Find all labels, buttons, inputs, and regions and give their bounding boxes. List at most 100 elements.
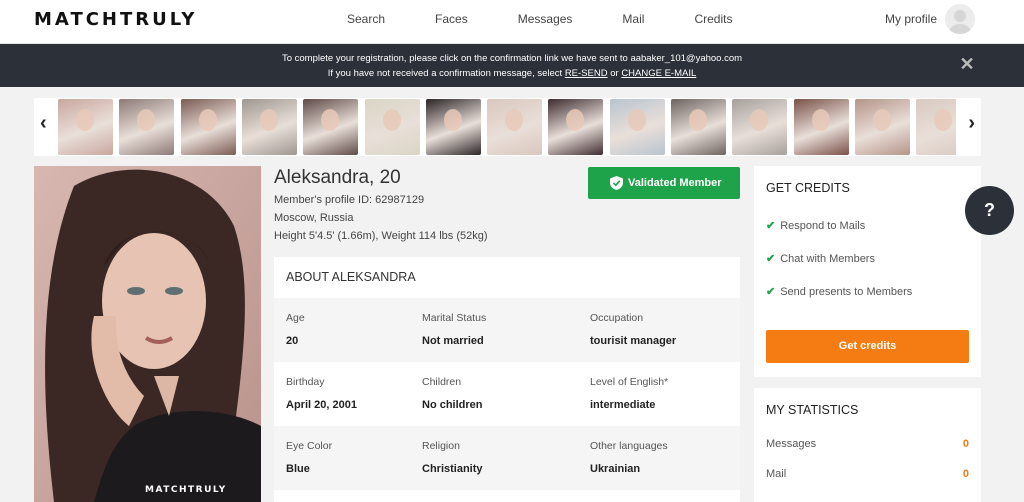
checkmark-icon: ✔ [766, 286, 776, 298]
shield-check-icon [610, 176, 623, 190]
about-section: ABOUT ALEKSANDRA Age 20 Marital Status Not… [274, 257, 740, 502]
about-cell-marital: Marital Status Not married [422, 312, 486, 347]
carousel-thumbnail[interactable] [364, 99, 420, 155]
brand-logo[interactable]: MATCHTRULY [34, 9, 197, 30]
about-key: Other languages [590, 440, 668, 452]
thumbnail-face [872, 109, 891, 131]
carousel-thumbnail[interactable] [854, 99, 910, 155]
thumbnail-face [76, 109, 94, 131]
carousel-thumbnail[interactable] [609, 99, 665, 155]
banner-line-2: If you have not received a confirmation … [0, 66, 1024, 81]
profile-photo[interactable] [34, 166, 261, 502]
carousel-thumbnail[interactable] [793, 99, 849, 155]
stat-row-mail[interactable]: Mail 0 [766, 468, 969, 480]
top-navigation: MATCHTRULY Search Faces Messages Mail Cr… [0, 0, 1024, 44]
confirmation-banner: To complete your registration, please cl… [0, 44, 1024, 87]
nav-messages[interactable]: Messages [518, 12, 573, 26]
credit-feature: ✔ Respond to Mails [766, 219, 865, 232]
user-silhouette-icon [949, 10, 971, 34]
thumbnail-face [811, 109, 830, 131]
about-value: No children [422, 399, 483, 411]
credit-feature-label: Chat with Members [780, 253, 875, 265]
about-value: tourisit manager [590, 335, 677, 347]
banner-line-1: To complete your registration, please cl… [281, 53, 743, 64]
carousel-thumbnail[interactable] [548, 99, 604, 155]
my-statistics-panel: MY STATISTICS Messages 0 Mail 0 [754, 388, 981, 502]
credit-feature-label: Send presents to Members [780, 286, 913, 298]
about-key: Occupation [590, 312, 644, 324]
about-value: Christianity [422, 463, 483, 475]
stat-row-messages[interactable]: Messages 0 [766, 438, 969, 450]
carousel-thumbnail[interactable] [916, 99, 956, 155]
carousel-thumbnail[interactable] [487, 99, 543, 155]
thumbnail-face [566, 109, 585, 131]
credit-feature: ✔ Chat with Members [766, 252, 875, 265]
avatar[interactable] [945, 4, 975, 34]
about-cell-english: Level of English* intermediate [590, 376, 668, 411]
thumbnail-face [321, 109, 340, 131]
main-nav: Search Faces Messages Mail Credits [347, 12, 782, 26]
thumbnail-face [443, 109, 462, 131]
about-key: Birthday [286, 376, 325, 388]
nav-search[interactable]: Search [347, 12, 385, 26]
profile-id: Member's profile ID: 62987129 [274, 194, 425, 206]
profile-carousel: ‹ › [34, 98, 981, 156]
about-row: Age 20 Marital Status Not married Occupati… [274, 298, 740, 362]
validated-member-badge: Validated Member [588, 167, 740, 199]
carousel-thumbnail[interactable] [180, 99, 236, 155]
thumbnail-face [505, 109, 524, 131]
chevron-left-icon[interactable]: ‹ [40, 112, 47, 135]
banner-or: or [607, 68, 622, 79]
nav-faces[interactable]: Faces [435, 12, 468, 26]
nav-credits[interactable]: Credits [694, 12, 732, 26]
close-icon[interactable]: ✕ [958, 55, 976, 73]
about-key: Level of English* [590, 376, 669, 388]
profile-photo-image [34, 166, 261, 502]
stat-count: 0 [962, 438, 969, 450]
carousel-thumbnail[interactable] [303, 99, 359, 155]
about-cell-children: Children No children [422, 376, 483, 411]
about-cell-age: Age 20 [286, 312, 305, 347]
about-value: intermediate [590, 399, 656, 411]
about-key: Children [422, 376, 462, 388]
resend-link[interactable]: RE-SEND [565, 68, 608, 79]
nav-mail[interactable]: Mail [622, 12, 644, 26]
thumbnail-face [259, 109, 278, 131]
checkmark-icon: ✔ [766, 220, 776, 232]
profile-location: Moscow, Russia [274, 212, 354, 224]
profile-physical: Height 5'4.5' (1.66m), Weight 114 lbs (5… [274, 230, 488, 242]
chevron-right-icon[interactable]: › [968, 112, 975, 135]
thumbnail-face [198, 109, 217, 131]
about-key: Religion [422, 440, 460, 452]
my-profile-link[interactable]: My profile [885, 12, 937, 26]
get-credits-title: GET CREDITS [766, 181, 850, 195]
carousel-thumbs [58, 99, 956, 155]
about-key: Marital Status [422, 312, 487, 324]
get-credits-button[interactable]: Get credits [766, 330, 969, 363]
thumbnail-face [137, 109, 156, 131]
carousel-thumbnail[interactable] [671, 99, 726, 155]
carousel-thumbnail[interactable] [58, 99, 113, 155]
about-title: ABOUT ALEKSANDRA [286, 270, 416, 284]
about-row: Eye Color Blue Religion Christianity Other… [274, 426, 740, 490]
profile-name: Aleksandra, 20 [274, 167, 401, 188]
about-grid: Age 20 Marital Status Not married Occupati… [274, 298, 740, 490]
carousel-thumbnail[interactable] [119, 99, 175, 155]
carousel-thumbnail[interactable] [425, 99, 481, 155]
change-email-link[interactable]: CHANGE E-MAIL [621, 68, 696, 79]
thumbnail-face [934, 109, 953, 131]
credit-feature: ✔ Send presents to Members [766, 285, 912, 298]
credit-feature-label: Respond to Mails [780, 220, 866, 232]
about-cell-religion: Religion Christianity [422, 440, 483, 475]
about-key: Eye Color [286, 440, 333, 452]
stat-count: 0 [962, 468, 969, 480]
carousel-thumbnail[interactable] [732, 99, 788, 155]
thumbnail-face [382, 109, 401, 131]
carousel-thumbnail[interactable] [241, 99, 297, 155]
help-button[interactable]: ? [965, 186, 1014, 235]
about-cell-birthday: Birthday April 20, 2001 [286, 376, 357, 411]
stat-label: Mail [766, 468, 787, 480]
banner-line-2-prefix: If you have not received a confirmation … [327, 68, 565, 79]
thumbnail-face [750, 109, 769, 131]
checkmark-icon: ✔ [766, 253, 776, 265]
